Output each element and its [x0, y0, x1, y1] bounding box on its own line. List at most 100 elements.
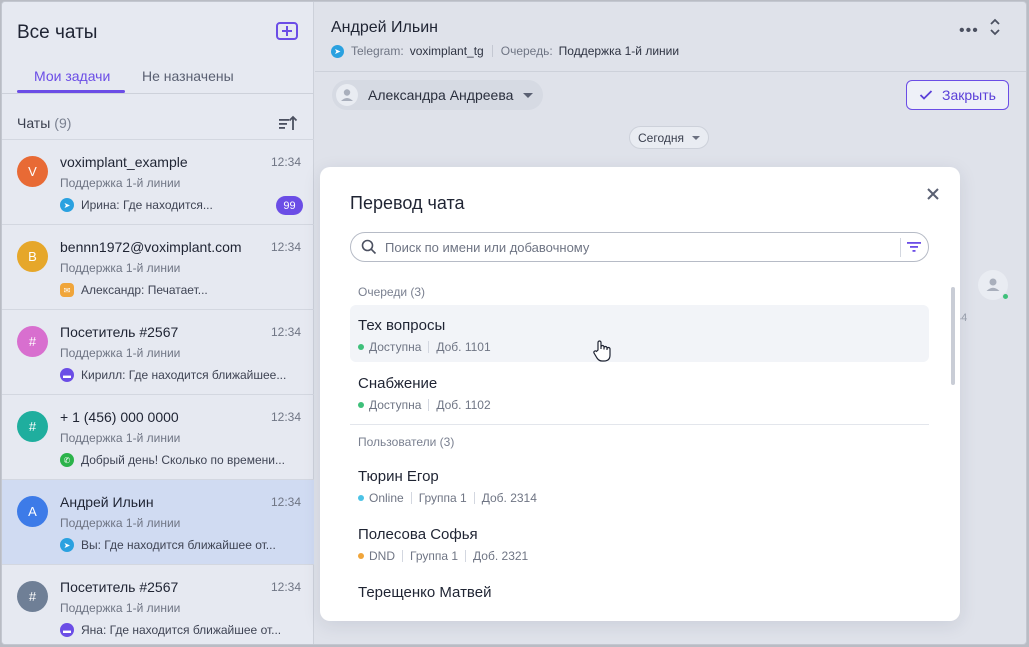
telegram-icon: ➤ [60, 538, 74, 552]
avatar: A [17, 496, 48, 527]
chat-time: 12:34 [271, 580, 302, 594]
user-name: Полесова Софья [358, 526, 478, 543]
online-status-dot [1002, 293, 1009, 300]
divider [428, 341, 430, 353]
sidebar: Все чаты Мои задачи Не назначены Чаты (9)… [2, 2, 314, 644]
chat-time: 12:34 [271, 495, 302, 509]
chats-count: (9) [54, 115, 72, 131]
divider [491, 45, 493, 57]
search-icon [361, 239, 377, 255]
user-avatar-icon [336, 84, 358, 106]
user-meta: Online Группа 1 Доб. 2314 [358, 491, 537, 505]
chat-queue: Поддержка 1-й линии [60, 601, 181, 615]
chat-message-text: Добрый день! Сколько по времени... [81, 453, 285, 467]
user-group: Группа 1 [410, 549, 459, 563]
chat-name: bennn1972@voximplant.com [60, 239, 242, 255]
chat-list-item[interactable]: # Посетитель #2567 12:34 Поддержка 1-й л… [2, 564, 314, 644]
chat-name: voximplant_example [60, 154, 188, 170]
assignee-name: Александра Андреева [368, 87, 514, 103]
webchat-icon: ▬ [60, 368, 74, 382]
user-ext: Доб. 2314 [481, 491, 537, 505]
chat-time: 12:34 [271, 410, 302, 424]
user-status: DND [369, 549, 395, 563]
divider [350, 424, 929, 425]
close-chat-button[interactable]: Закрыть [906, 80, 1009, 110]
search-field [350, 232, 929, 262]
close-icon[interactable] [924, 185, 942, 203]
sort-icon[interactable] [278, 114, 298, 132]
queue-meta: Доступна Доб. 1101 [358, 340, 491, 354]
chat-message-text: Яна: Где находится ближайшее от... [81, 623, 282, 637]
hand-cursor-icon [593, 340, 611, 362]
divider [900, 238, 901, 257]
sidebar-title: Все чаты [17, 22, 98, 43]
divider [402, 550, 403, 562]
user-meta: DND Группа 1 Доб. 2321 [358, 549, 528, 563]
chat-list-item[interactable]: # + 1 (456) 000 0000 12:34 Поддержка 1-й… [2, 394, 314, 479]
status-dot [358, 344, 364, 350]
chat-message-text: Вы: Где находится ближайшее от... [81, 538, 276, 552]
user-status: Online [369, 491, 404, 505]
avatar: # [17, 326, 48, 357]
queue-status: Доступна [369, 398, 422, 412]
chat-last-message: ➤ Вы: Где находится ближайшее от... [60, 538, 276, 552]
chat-queue: Поддержка 1-й линии [60, 516, 181, 530]
user-item[interactable]: Терещенко Матвей [350, 572, 929, 621]
chat-list-item[interactable]: B bennn1972@voximplant.com 12:34 Поддерж… [2, 224, 314, 309]
app-window: Все чаты Мои задачи Не назначены Чаты (9)… [1, 1, 1027, 645]
chat-message-text: Кирилл: Где находится ближайшее... [81, 368, 287, 382]
scrollbar[interactable] [951, 287, 955, 385]
queue-item[interactable]: Тех вопросы Доступна Доб. 1101 [350, 305, 929, 362]
chat-queue: Поддержка 1-й линии [60, 346, 181, 360]
divider [315, 71, 1026, 72]
modal-title: Перевод чата [350, 193, 465, 213]
date-filter-dropdown[interactable]: Сегодня [629, 126, 709, 149]
filter-icon[interactable] [907, 241, 921, 253]
user-item[interactable]: Тюрин Егор Online Группа 1 Доб. 2314 [350, 456, 929, 513]
chat-queue: Поддержка 1-й линии [60, 431, 181, 445]
chat-time: 12:34 [271, 155, 302, 169]
user-name: Терещенко Матвей [358, 584, 492, 601]
user-item[interactable]: Полесова Софья DND Группа 1 Доб. 2321 [350, 514, 929, 571]
unread-badge: 99 [276, 196, 303, 215]
new-chat-icon[interactable] [276, 22, 298, 40]
chat-last-message: ✉ Александр: Печатает... [60, 283, 208, 297]
queue-ext: Доб. 1102 [436, 398, 491, 412]
user-ext: Доб. 2321 [473, 549, 529, 563]
chat-last-message: ✆ Добрый день! Сколько по времени... [60, 453, 285, 467]
user-group: Группа 1 [418, 491, 467, 505]
email-icon: ✉ [60, 283, 74, 297]
avatar: B [17, 241, 48, 272]
chat-message-text: Александр: Печатает... [81, 283, 208, 297]
chat-message-text: Ирина: Где находится... [81, 198, 213, 212]
divider [2, 93, 314, 94]
caret-down-icon [692, 135, 700, 140]
user-name: Тюрин Егор [358, 468, 439, 485]
queue-value: Поддержка 1-й линии [558, 44, 680, 58]
status-dot [358, 495, 364, 501]
chat-list-item[interactable]: A Андрей Ильин 12:34 Поддержка 1-й линии… [2, 479, 314, 564]
divider [473, 492, 475, 504]
status-dot [358, 553, 364, 559]
chat-list-item[interactable]: # Посетитель #2567 12:34 Поддержка 1-й л… [2, 309, 314, 394]
search-input[interactable] [385, 239, 885, 255]
contact-name: Андрей Ильин [331, 19, 438, 36]
chat-name: Посетитель #2567 [60, 324, 179, 340]
chat-name: Андрей Ильин [60, 494, 154, 510]
date-label: Сегодня [638, 130, 684, 145]
tab-unassigned[interactable]: Не назначены [142, 68, 234, 84]
avatar: # [17, 411, 48, 442]
queue-item[interactable]: Снабжение Доступна Доб. 1102 [350, 363, 929, 420]
queue-ext: Доб. 1101 [436, 340, 491, 354]
chat-last-message: ▬ Яна: Где находится ближайшее от... [60, 623, 281, 637]
chat-name: + 1 (456) 000 0000 [60, 409, 179, 425]
queue-name: Снабжение [358, 375, 438, 392]
chat-list-item[interactable]: V voximplant_example 12:34 Поддержка 1-й… [2, 139, 314, 224]
webchat-icon: ▬ [60, 623, 74, 637]
tab-my-tasks[interactable]: Мои задачи [34, 68, 110, 84]
chevron-up-down-icon[interactable] [988, 17, 1002, 37]
queue-status: Доступна [369, 340, 422, 354]
more-options-icon[interactable]: ••• [959, 22, 979, 40]
assignee-dropdown[interactable]: Александра Андреева [332, 80, 544, 110]
telegram-icon: ➤ [60, 198, 74, 212]
